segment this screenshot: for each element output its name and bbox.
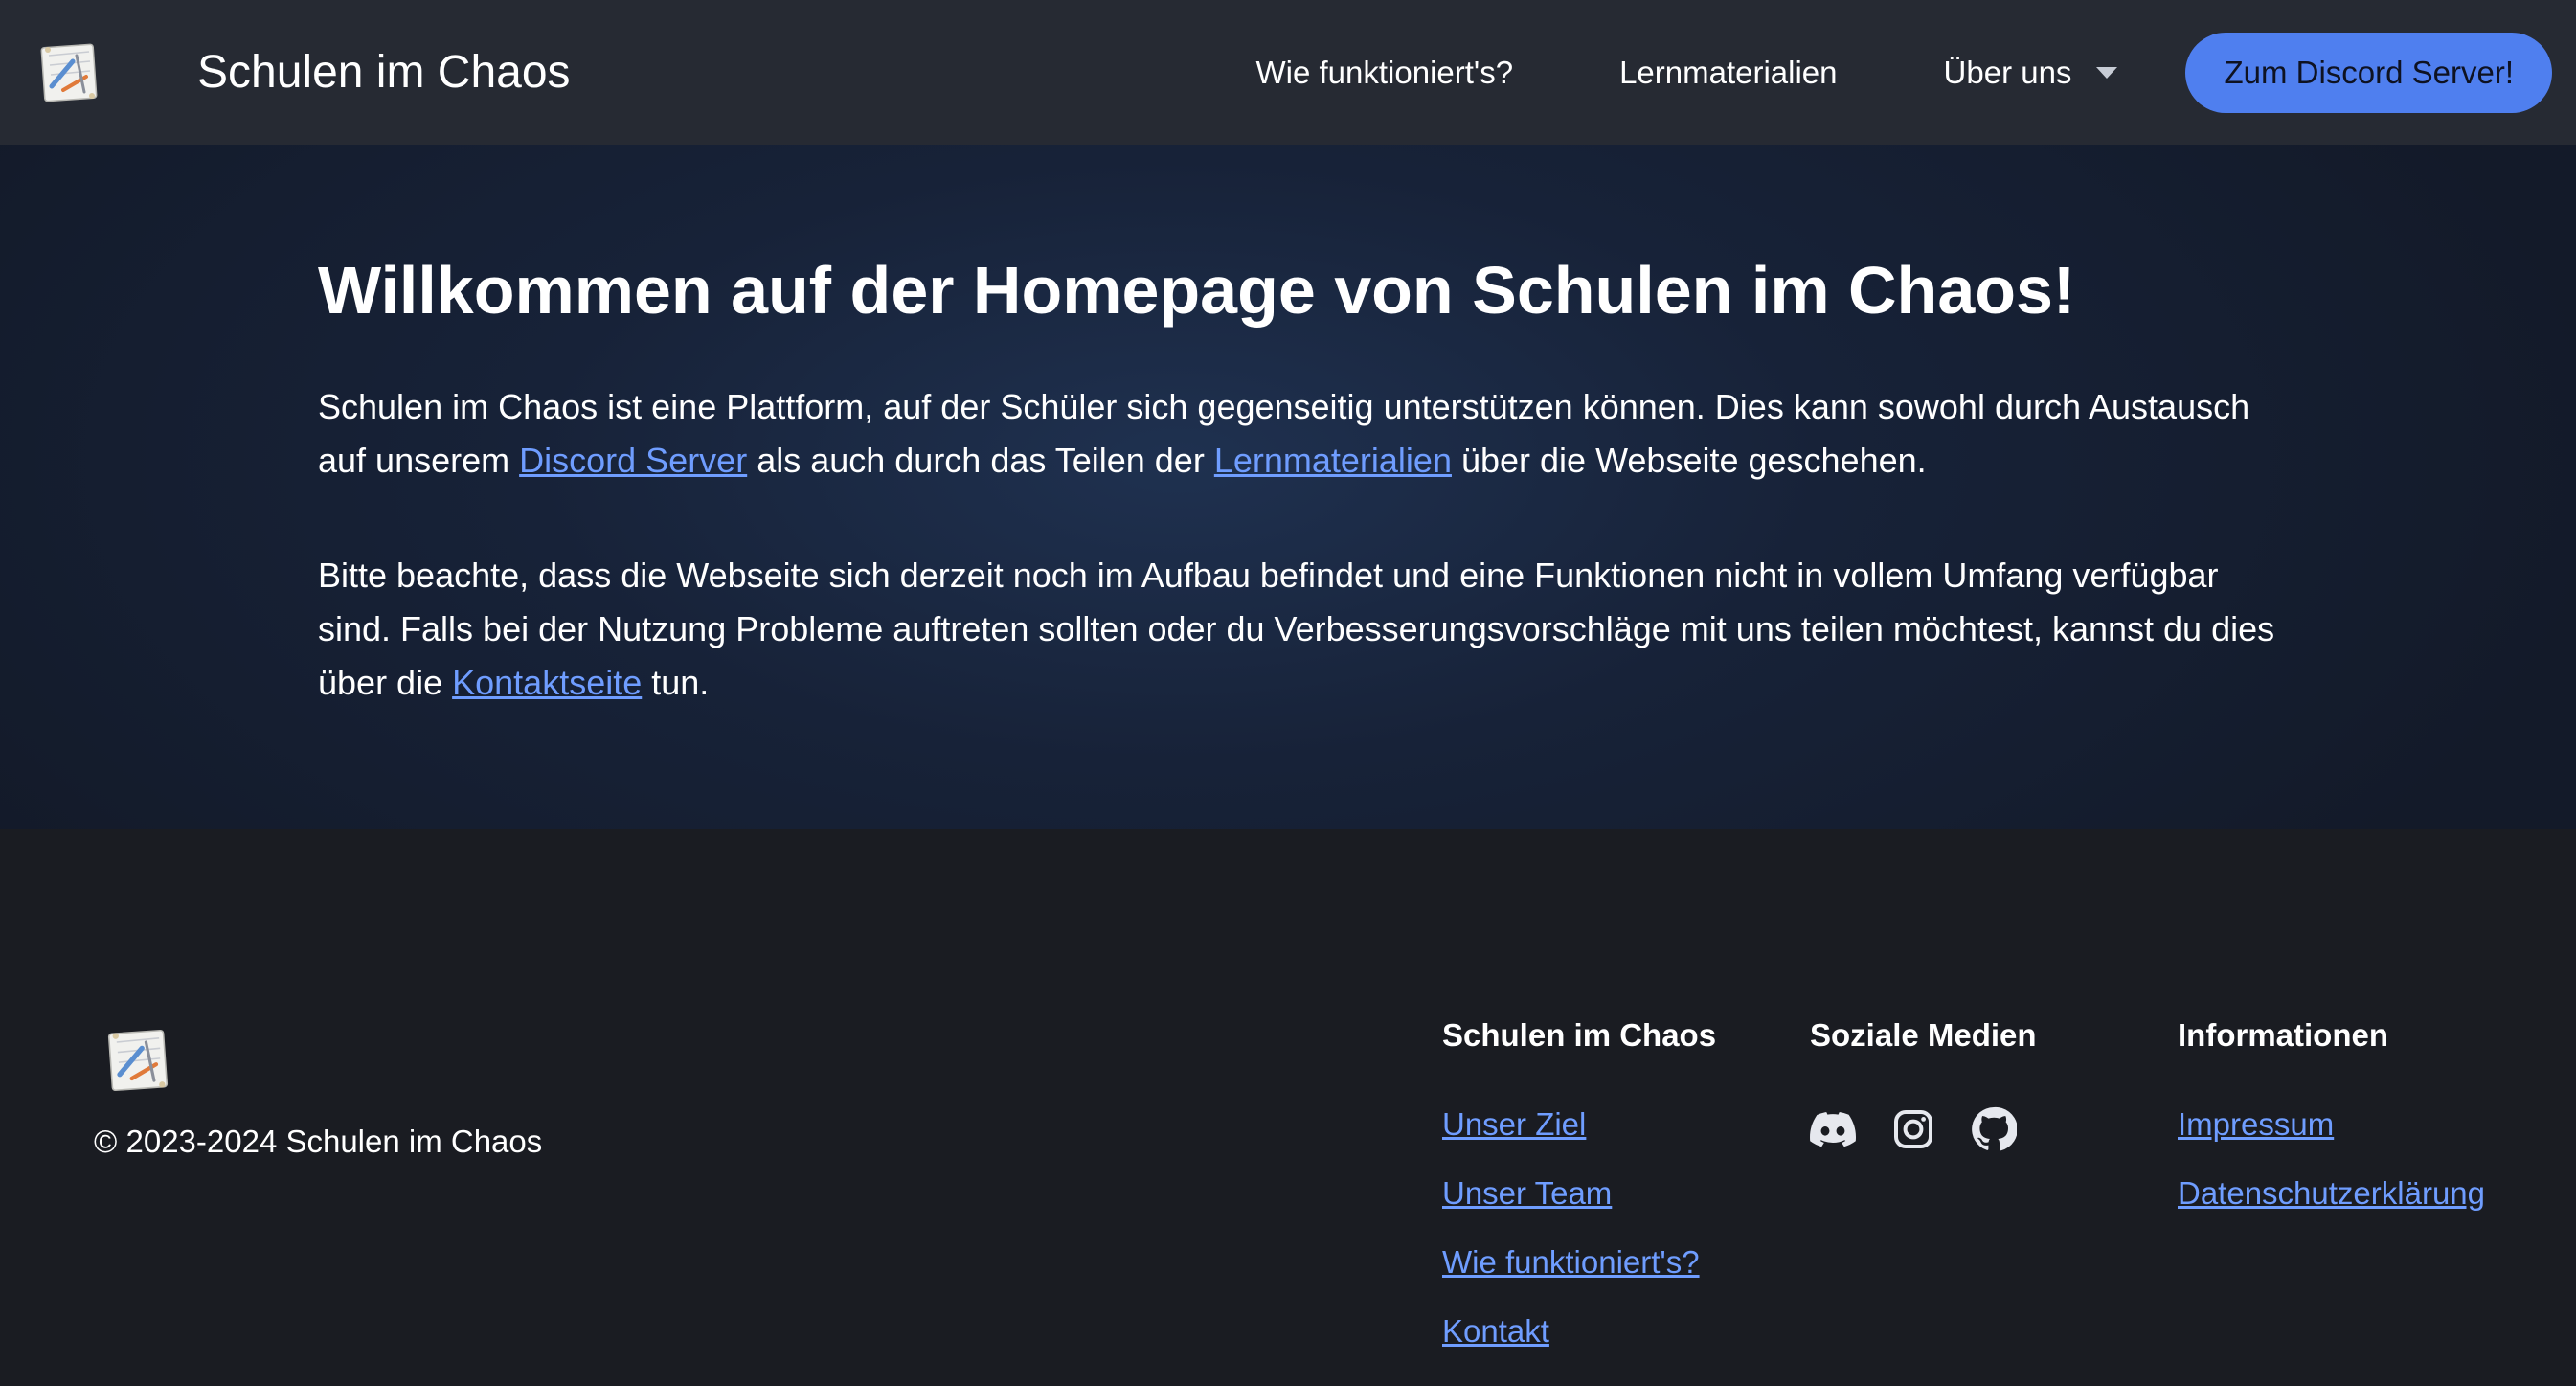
footer-link-privacy[interactable]: Datenschutzerklärung [2178, 1175, 2485, 1211]
contact-page-link[interactable]: Kontaktseite [452, 663, 642, 702]
list-item: Datenschutzerklärung [2178, 1175, 2485, 1244]
hero-content: Willkommen auf der Homepage von Schulen … [318, 250, 2281, 710]
footer-link-imprint[interactable]: Impressum [2178, 1106, 2334, 1142]
main-nav: Wie funktioniert's? Lernmaterialien Über… [1255, 0, 2576, 145]
navbar: Schulen im Chaos Wie funktioniert's? Ler… [0, 0, 2576, 145]
nav-learning-materials[interactable]: Lernmaterialien [1619, 55, 1837, 91]
notice-text-2: tun. [642, 663, 710, 702]
footer-heading-info: Informationen [2178, 1017, 2388, 1053]
copyright-text: © 2023-2024 Schulen im Chaos [94, 1124, 543, 1159]
list-item: Wie funktioniert's? [1442, 1244, 1716, 1313]
instagram-icon[interactable] [1890, 1106, 1936, 1152]
footer-column-info: Informationen Impressum Datenschutzerklä… [2178, 1016, 2485, 1244]
logo-icon [40, 43, 98, 102]
page-title: Willkommen auf der Homepage von Schulen … [318, 253, 2076, 328]
footer-link-our-goal[interactable]: Unser Ziel [1442, 1106, 1586, 1142]
discord-server-link[interactable]: Discord Server [519, 441, 747, 480]
hero-section: Willkommen auf der Homepage von Schulen … [0, 145, 2576, 829]
footer: © 2023-2024 Schulen im Chaos Schulen im … [0, 829, 2576, 1386]
footer-heading-social: Soziale Medien [1810, 1017, 2037, 1053]
brand-title[interactable]: Schulen im Chaos [197, 46, 571, 99]
footer-column-social: Soziale Medien [1810, 1016, 2051, 1152]
brand-home-link[interactable]: Schulen im Chaos [34, 38, 571, 107]
intro-text-3: über die Webseite geschehen. [1451, 441, 1927, 480]
learning-materials-link[interactable]: Lernmaterialien [1214, 441, 1452, 480]
footer-logo-icon [107, 1029, 169, 1092]
social-icons [1810, 1106, 2051, 1152]
discord-icon[interactable] [1810, 1106, 1856, 1152]
list-item: Unser Ziel [1442, 1106, 1716, 1175]
footer-link-our-team[interactable]: Unser Team [1442, 1175, 1612, 1211]
chevron-down-icon[interactable] [2096, 66, 2118, 79]
discord-server-button[interactable]: Zum Discord Server! [2185, 32, 2552, 113]
list-item: Unser Team [1442, 1175, 1716, 1244]
list-item: Kontakt [1442, 1313, 1716, 1382]
footer-info-links: Impressum Datenschutzerklärung [2178, 1106, 2485, 1244]
github-icon[interactable] [1971, 1106, 2017, 1152]
footer-link-how-it-works[interactable]: Wie funktioniert's? [1442, 1244, 1700, 1280]
footer-heading-site: Schulen im Chaos [1442, 1017, 1717, 1053]
intro-paragraph: Schulen im Chaos ist eine Plattform, auf… [318, 380, 2281, 488]
intro-text-2: als auch durch das Teilen der [747, 441, 1214, 480]
notice-paragraph: Bitte beachte, dass die Webseite sich de… [318, 549, 2281, 710]
nav-about-dropdown[interactable]: Über uns [1944, 55, 2118, 91]
list-item: Impressum [2178, 1106, 2485, 1175]
footer-site-links: Unser Ziel Unser Team Wie funktioniert's… [1442, 1106, 1716, 1382]
footer-column-site: Schulen im Chaos Unser Ziel Unser Team W… [1442, 1016, 1716, 1382]
footer-link-contact[interactable]: Kontakt [1442, 1313, 1549, 1349]
nav-about-label[interactable]: Über uns [1944, 55, 2072, 91]
nav-how-it-works[interactable]: Wie funktioniert's? [1255, 55, 1513, 91]
